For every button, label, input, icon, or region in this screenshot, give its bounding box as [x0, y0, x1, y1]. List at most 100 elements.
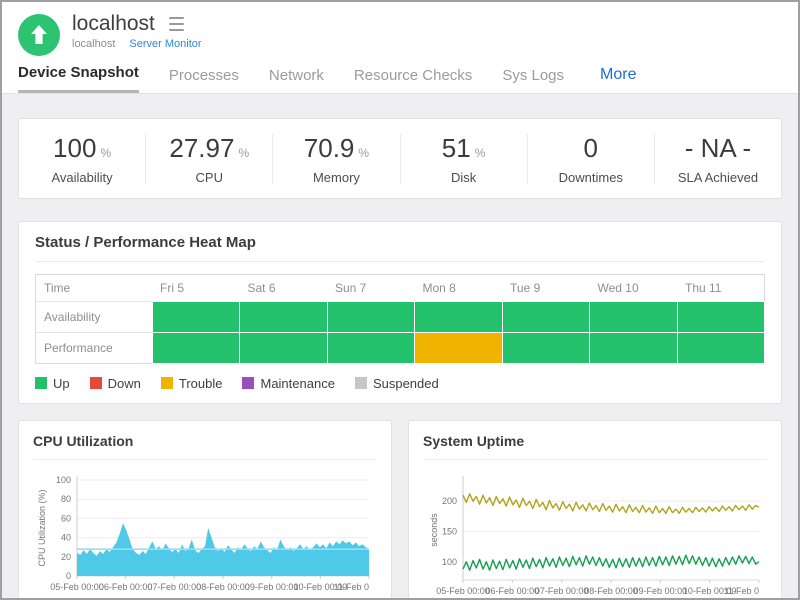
- title-block: localhost localhost Server Monitor: [72, 12, 202, 50]
- svg-text:08-Feb 00:00: 08-Feb 00:00: [584, 586, 638, 596]
- svg-text:CPU Utilization (%): CPU Utilization (%): [37, 489, 47, 566]
- heatmap-cell-performance-thu-11[interactable]: [677, 332, 765, 363]
- stat-label: Availability: [19, 170, 145, 185]
- tab-resource-checks[interactable]: Resource Checks: [354, 67, 472, 93]
- stat-number: 0: [584, 133, 598, 163]
- svg-text:11-Feb 0: 11-Feb 0: [724, 586, 759, 596]
- stats-summary-card: 100%Availability27.97%CPU70.9%Memory51%D…: [18, 118, 782, 199]
- svg-text:seconds: seconds: [429, 512, 439, 546]
- heatmap-header-row: TimeFri 5Sat 6Sun 7Mon 8Tue 9Wed 10Thu 1…: [36, 274, 765, 301]
- heatmap-cell-availability-mon-8[interactable]: [415, 301, 503, 332]
- breadcrumb-device: localhost: [72, 38, 115, 50]
- uptime-chart-card: System Uptime 100 150 200seconds 05-Feb 00:…: [408, 420, 782, 598]
- stat-disk: 51%Disk: [400, 134, 527, 185]
- heatmap-cell-availability-thu-11[interactable]: [677, 301, 765, 332]
- heatmap-body: AvailabilityPerformance: [36, 301, 765, 363]
- heatmap-row-performance: Performance: [36, 332, 765, 363]
- cpu-chart-title: CPU Utilization: [33, 433, 377, 460]
- stat-label: SLA Achieved: [655, 170, 781, 185]
- heatmap-cell-performance-mon-8[interactable]: [415, 332, 503, 363]
- svg-text:09-Feb 00:00: 09-Feb 00:00: [634, 586, 688, 596]
- svg-text:05-Feb 00:00: 05-Feb 00:00: [50, 582, 104, 592]
- heatmap-cell-availability-tue-9[interactable]: [502, 301, 590, 332]
- tab-bar: Device Snapshot Processes Network Resource …: [2, 56, 798, 93]
- heatmap-cell-availability-fri-5[interactable]: [152, 301, 240, 332]
- legend-swatch-trouble: [161, 377, 173, 389]
- svg-text:20: 20: [61, 551, 71, 561]
- stat-number: 100: [53, 133, 96, 163]
- heatmap-cell-availability-wed-10[interactable]: [590, 301, 678, 332]
- heatmap-cell-availability-sun-7[interactable]: [327, 301, 415, 332]
- uptime-chart-title: System Uptime: [423, 433, 767, 460]
- svg-text:100: 100: [56, 475, 71, 485]
- heatmap-row-label: Availability: [36, 301, 153, 332]
- legend-swatch-up: [35, 377, 47, 389]
- arrow-up-icon: [18, 14, 60, 56]
- legend-label: Up: [53, 376, 70, 391]
- cpu-chart-card: CPU Utilization 020406080100CPU Utilizat…: [18, 420, 392, 598]
- menu-icon[interactable]: [167, 13, 186, 35]
- breadcrumb-category-link[interactable]: Server Monitor: [129, 38, 201, 50]
- heatmap-header-fri-5: Fri 5: [152, 274, 240, 301]
- legend-swatch-maintenance: [242, 377, 254, 389]
- stat-value: 51%: [401, 134, 527, 163]
- tab-processes[interactable]: Processes: [169, 67, 239, 93]
- heatmap-header-sat-6: Sat 6: [240, 274, 328, 301]
- legend-label: Down: [108, 376, 141, 391]
- svg-text:60: 60: [61, 513, 71, 523]
- legend-label: Trouble: [179, 376, 223, 391]
- stat-unit: %: [358, 146, 369, 160]
- svg-text:06-Feb 00:00: 06-Feb 00:00: [99, 582, 153, 592]
- svg-text:09-Feb 00:00: 09-Feb 00:00: [245, 582, 299, 592]
- heatmap-cell-performance-fri-5[interactable]: [152, 332, 240, 363]
- heatmap-header-wed-10: Wed 10: [590, 274, 678, 301]
- heatmap-cell-performance-tue-9[interactable]: [502, 332, 590, 363]
- heatmap-card: Status / Performance Heat Map TimeFri 5S…: [18, 221, 782, 404]
- tab-sys-logs[interactable]: Sys Logs: [502, 67, 564, 93]
- tab-device-snapshot[interactable]: Device Snapshot: [18, 64, 139, 93]
- heatmap-row-availability: Availability: [36, 301, 765, 332]
- stat-value: 70.9%: [273, 134, 399, 163]
- cpu-utilization-plot: 020406080100CPU Utilization (%)05-Feb 00…: [33, 474, 377, 598]
- legend-item-down: Down: [90, 376, 141, 391]
- heatmap-header-tue-9: Tue 9: [502, 274, 590, 301]
- svg-text:100: 100: [442, 556, 457, 566]
- stat-value: 100%: [19, 134, 145, 163]
- heatmap-row-label: Performance: [36, 332, 153, 363]
- stat-unit: %: [475, 146, 486, 160]
- legend-swatch-suspended: [355, 377, 367, 389]
- tab-more[interactable]: More: [600, 66, 636, 93]
- legend-label: Suspended: [373, 376, 439, 391]
- stat-number: - NA -: [685, 133, 751, 163]
- heatmap-header-mon-8: Mon 8: [415, 274, 503, 301]
- legend-swatch-down: [90, 377, 102, 389]
- legend-item-trouble: Trouble: [161, 376, 223, 391]
- stat-label: Memory: [273, 170, 399, 185]
- svg-text:05-Feb 00:00: 05-Feb 00:00: [436, 586, 490, 596]
- charts-row: CPU Utilization 020406080100CPU Utilizat…: [18, 420, 782, 598]
- heatmap-cell-performance-wed-10[interactable]: [590, 332, 678, 363]
- heatmap-cell-performance-sun-7[interactable]: [327, 332, 415, 363]
- heatmap-cell-performance-sat-6[interactable]: [240, 332, 328, 363]
- svg-text:11-Feb 0: 11-Feb 0: [334, 582, 369, 592]
- breadcrumb: localhost Server Monitor: [72, 38, 202, 50]
- heatmap-cell-availability-sat-6[interactable]: [240, 301, 328, 332]
- tab-network[interactable]: Network: [269, 67, 324, 93]
- legend-label: Maintenance: [260, 376, 334, 391]
- stat-cpu: 27.97%CPU: [145, 134, 272, 185]
- stat-value: 0: [528, 134, 654, 163]
- uptime-chart: 100150200seconds05-Feb 00:0006-Feb 00:00…: [423, 474, 767, 598]
- cpu-chart: 020406080100CPU Utilization (%)05-Feb 00…: [33, 474, 377, 598]
- heatmap-header-sun-7: Sun 7: [327, 274, 415, 301]
- heatmap-table: TimeFri 5Sat 6Sun 7Mon 8Tue 9Wed 10Thu 1…: [35, 274, 765, 364]
- svg-text:0: 0: [66, 571, 71, 581]
- content-area: 100%Availability27.97%CPU70.9%Memory51%D…: [2, 93, 798, 598]
- svg-text:200: 200: [442, 496, 457, 506]
- stat-memory: 70.9% Memory: [272, 134, 399, 185]
- heatmap-header-thu-11: Thu 11: [677, 274, 765, 301]
- svg-text:150: 150: [442, 526, 457, 536]
- stat-number: 70.9: [304, 133, 355, 163]
- stat-value: 27.97%: [146, 134, 272, 163]
- stat-number: 51: [442, 133, 471, 163]
- legend-item-maintenance: Maintenance: [242, 376, 334, 391]
